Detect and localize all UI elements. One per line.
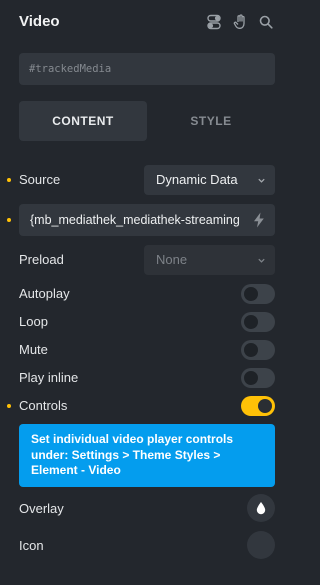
- play-inline-toggle[interactable]: [241, 368, 275, 388]
- panel-tabs: CONTENT STYLE: [19, 101, 275, 141]
- hand-pointer-icon[interactable]: [231, 13, 249, 31]
- changed-indicator: [7, 218, 11, 222]
- icon-row: Icon: [0, 531, 290, 561]
- controls-toggle[interactable]: [241, 396, 275, 416]
- play-inline-label: Play inline: [19, 370, 79, 385]
- chevron-down-icon: [258, 258, 265, 263]
- header-actions: [205, 13, 275, 31]
- bolt-icon[interactable]: [252, 212, 266, 228]
- controls-info-box: Set individual video player controls und…: [19, 424, 275, 487]
- overlay-row: Overlay: [0, 494, 290, 524]
- autoplay-toggle[interactable]: [241, 284, 275, 304]
- controls-row: Controls: [0, 391, 290, 421]
- mute-toggle[interactable]: [241, 340, 275, 360]
- changed-indicator: [7, 404, 11, 408]
- play-inline-row: Play inline: [0, 363, 290, 393]
- tab-content[interactable]: CONTENT: [19, 101, 147, 141]
- preload-label: Preload: [19, 252, 64, 267]
- preload-select[interactable]: None: [144, 245, 275, 275]
- icon-label: Icon: [19, 538, 44, 553]
- preload-select-placeholder: None: [156, 252, 188, 267]
- toggle-switch-icon[interactable]: [205, 13, 223, 31]
- loop-row: Loop: [0, 307, 290, 337]
- chevron-down-icon: [258, 178, 265, 183]
- source-label: Source: [19, 172, 61, 187]
- overlay-color-picker[interactable]: [247, 494, 275, 522]
- overlay-label: Overlay: [19, 501, 64, 516]
- source-row: Source Dynamic Data: [0, 165, 290, 195]
- dynamic-data-input[interactable]: {mb_mediathek_mediathek-streaming: [19, 204, 275, 236]
- tab-style[interactable]: STYLE: [147, 101, 275, 141]
- dynamic-data-value: {mb_mediathek_mediathek-streaming: [30, 213, 240, 227]
- autoplay-row: Autoplay: [0, 279, 290, 309]
- water-drop-icon: [256, 502, 266, 515]
- source-select-value: Dynamic Data: [156, 172, 238, 187]
- controls-label: Controls: [19, 398, 68, 413]
- loop-toggle[interactable]: [241, 312, 275, 332]
- mute-label: Mute: [19, 342, 48, 357]
- panel-header: Video: [19, 12, 275, 34]
- mute-row: Mute: [0, 335, 290, 365]
- autoplay-label: Autoplay: [19, 286, 70, 301]
- loop-label: Loop: [19, 314, 48, 329]
- preload-row: Preload None: [0, 245, 290, 275]
- icon-picker[interactable]: [247, 531, 275, 559]
- source-select[interactable]: Dynamic Data: [144, 165, 275, 195]
- changed-indicator: [7, 178, 11, 182]
- css-id-input[interactable]: #trackedMedia: [19, 53, 275, 85]
- search-icon[interactable]: [257, 13, 275, 31]
